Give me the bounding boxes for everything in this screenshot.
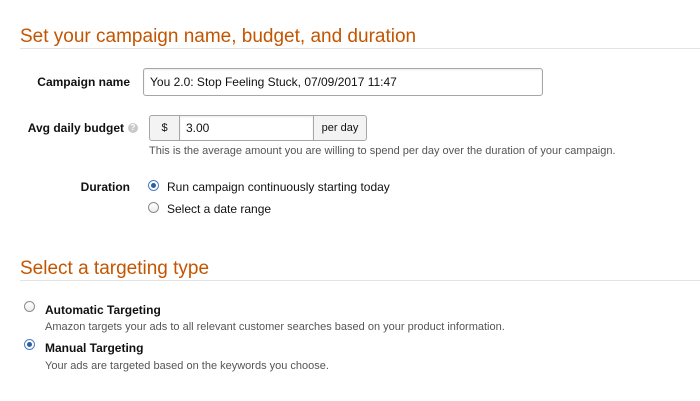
manual-targeting-radio-icon[interactable]	[24, 339, 35, 350]
budget-input[interactable]	[179, 115, 314, 141]
automatic-targeting-description: Amazon targets your ads to all relevant …	[45, 321, 505, 333]
duration-continuous-radio-icon[interactable]	[148, 180, 159, 191]
avg-daily-budget-label: Avg daily budget?	[10, 121, 138, 135]
duration-date-range-radio-icon[interactable]	[148, 202, 159, 213]
campaign-section-title: Set your campaign name, budget, and dura…	[20, 26, 417, 47]
section-divider	[20, 48, 700, 49]
currency-addon: $	[149, 115, 180, 141]
manual-targeting-description: Your ads are targeted based on the keywo…	[45, 360, 329, 372]
help-icon[interactable]: ?	[128, 122, 138, 133]
automatic-targeting-radio-icon[interactable]	[24, 301, 35, 312]
avg-daily-budget-label-text: Avg daily budget	[27, 121, 124, 135]
section-divider	[20, 280, 700, 281]
campaign-name-input[interactable]	[143, 68, 543, 96]
duration-date-range-label[interactable]: Select a date range	[167, 202, 271, 216]
per-day-addon: per day	[313, 115, 367, 141]
automatic-targeting-label[interactable]: Automatic Targeting	[45, 303, 161, 317]
campaign-name-label: Campaign name	[37, 75, 130, 89]
duration-continuous-label[interactable]: Run campaign continuously starting today	[167, 180, 390, 194]
targeting-section-title: Select a targeting type	[20, 258, 210, 279]
duration-label: Duration	[80, 180, 130, 194]
budget-hint-text: This is the average amount you are willi…	[149, 145, 616, 157]
manual-targeting-label[interactable]: Manual Targeting	[45, 341, 143, 355]
